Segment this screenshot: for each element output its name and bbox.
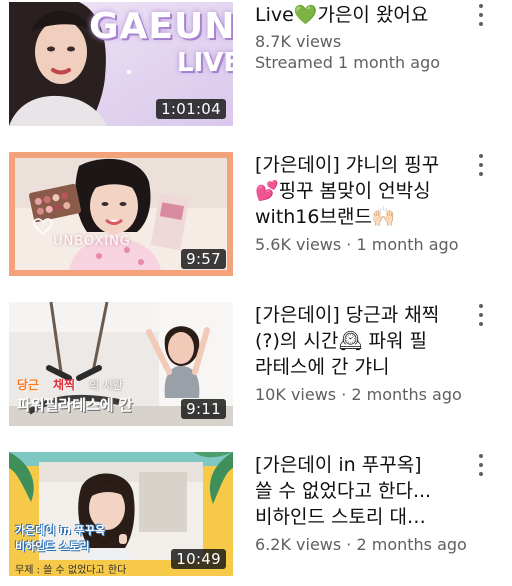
thumbnail-gaeun-text: GAEUN — [89, 6, 233, 47]
video-date: 2 months ago — [351, 385, 462, 404]
video-meta: [가은데이] 갸니의 핑꾸 💕핑꾸 봄맞이 언박싱 with16브랜드🙌🏻 5.… — [255, 152, 470, 255]
thumbnail-caption-text: 무제 : 쓸 수 없었다고 한다 — [15, 565, 127, 576]
more-vert-icon[interactable] — [474, 4, 488, 26]
video-stats: 5.6K views · 1 month ago — [255, 234, 470, 255]
video-meta: [가은데이 in 푸꾸옥] 쓸 수 없었다고 한다... 비하인드 스토리 대…… — [255, 452, 470, 555]
video-title[interactable]: [가은데이] 갸니의 핑꾸 💕핑꾸 봄맞이 언박싱 with16브랜드🙌🏻 — [255, 152, 470, 230]
video-title[interactable]: [가은데이] 당근과 채찍 (?)의 시간🕰 파워 필 라테스에 간 갸니 — [255, 302, 470, 380]
thumbnail-carrot-text: 당근 — [17, 378, 40, 392]
title-line: [가은데이] 갸니의 핑꾸 — [255, 154, 440, 176]
video-stats: 6.2K views · 2 months ago — [255, 534, 470, 555]
thumbnail-live-text: LIVE — [177, 48, 233, 78]
video-thumbnail[interactable]: UNBOXING 9:57 — [9, 152, 233, 276]
video-views: 10K views — [255, 385, 337, 404]
video-thumbnail[interactable]: GAEUN LIVE 1:01:04 — [9, 2, 233, 126]
title-line: (?)의 시간🕰 파워 필 — [255, 330, 428, 352]
video-date: 1 month ago — [356, 235, 459, 254]
video-feed: GAEUN LIVE 1:01:04 Live💚가은이 왔어요 8.7K vie… — [0, 0, 512, 586]
video-thumbnail[interactable]: 당근 채찍 의 시간 파워필라테스에 간 9:11 — [9, 302, 233, 426]
more-vert-icon[interactable] — [474, 454, 488, 476]
video-stats: 10K views · 2 months ago — [255, 384, 470, 405]
title-line: [가은데이 in 푸꾸옥] — [255, 454, 422, 476]
video-views: 6.2K views — [255, 535, 342, 554]
title-line: 💕핑꾸 봄맞이 언박싱 — [255, 180, 431, 202]
more-vert-icon[interactable] — [474, 304, 488, 326]
video-meta: Live💚가은이 왔어요 8.7K views Streamed 1 month… — [255, 2, 470, 73]
title-line: 라테스에 간 갸니 — [255, 356, 390, 378]
duration-badge: 9:57 — [181, 249, 226, 269]
title-line: 비하인드 스토리 대… — [255, 506, 426, 528]
thumbnail-unboxing-text: UNBOXING — [53, 234, 131, 249]
video-date: 2 months ago — [356, 535, 467, 554]
stats-separator: · — [336, 385, 352, 404]
video-meta: [가은데이] 당근과 채찍 (?)의 시간🕰 파워 필 라테스에 간 갸니 10… — [255, 302, 470, 405]
duration-badge: 10:49 — [171, 549, 226, 569]
video-views: 5.6K views — [255, 235, 342, 254]
video-title[interactable]: Live💚가은이 왔어요 — [255, 2, 470, 28]
thumbnail-behind-text: 비하인드 스토리 — [15, 540, 90, 553]
duration-badge: 9:11 — [181, 399, 226, 419]
stats-separator: · — [341, 235, 357, 254]
duration-badge: 1:01:04 — [156, 99, 226, 119]
thumbnail-title-text: 가은데이 in 푸꾸옥 — [15, 524, 106, 537]
thumbnail-time-text: 의 시간 — [89, 379, 123, 392]
more-vert-icon[interactable] — [474, 154, 488, 176]
title-line: 쓸 수 없었다고 한다... — [255, 480, 432, 502]
title-line: [가은데이] 당근과 채찍 — [255, 304, 440, 326]
video-date: Streamed 1 month ago — [255, 53, 441, 72]
thumbnail-pilates-text: 파워필라테스에 간 — [17, 396, 133, 414]
video-thumbnail[interactable]: 가은데이 in 푸꾸옥 비하인드 스토리 무제 : 쓸 수 없었다고 한다 10… — [9, 452, 233, 576]
thumbnail-whip-text: 채찍 — [53, 378, 76, 392]
video-views: 8.7K views — [255, 32, 342, 51]
title-line: Live💚가은이 왔어요 — [255, 4, 429, 26]
title-line: with16브랜드🙌🏻 — [255, 206, 396, 228]
stats-separator: · — [341, 535, 357, 554]
video-title[interactable]: [가은데이 in 푸꾸옥] 쓸 수 없었다고 한다... 비하인드 스토리 대… — [255, 452, 470, 530]
